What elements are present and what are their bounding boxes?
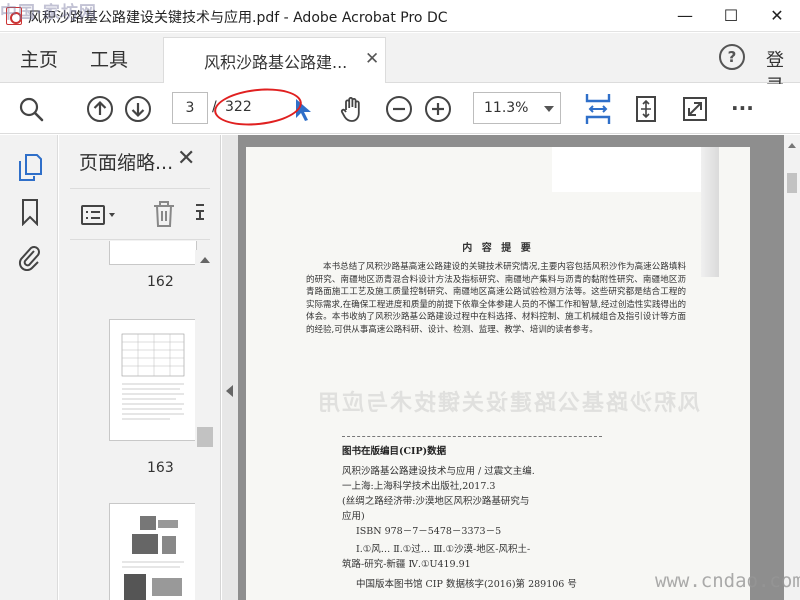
cip-title: 图书在版编目(CIP)数据 — [342, 446, 447, 457]
page-heading: 内 容 提 要 — [462, 243, 534, 254]
minimize-button[interactable]: — — [662, 0, 708, 32]
left-rail — [0, 135, 58, 600]
cip-line: Ⅰ.①风… Ⅱ.①过… Ⅲ.①沙漠-地区-风积土- — [356, 544, 531, 555]
pdf-page[interactable]: 内 容 提 要 本书总结了风积沙路基高速公路建设的关键技术研究情况,主要内容包括… — [246, 147, 750, 600]
watermark-logo: 中国·家坊网 — [0, 3, 97, 23]
summary-paragraph: 本书总结了风积沙路基高速公路建设的关键技术研究情况,主要内容包括风积沙作为高速公… — [306, 262, 686, 335]
fit-width-icon[interactable] — [582, 92, 614, 126]
hand-tool-icon[interactable] — [337, 94, 367, 124]
menu-tabs: 主页 工具 风积沙路基公路建... ✕ ? 登录 — [0, 33, 800, 97]
zoom-in-icon[interactable] — [423, 94, 453, 124]
document-tab-label: 风积沙路基公路建... — [204, 53, 348, 72]
delete-icon[interactable] — [150, 199, 178, 229]
chevron-left-icon — [226, 385, 233, 397]
page-edge-shadow — [701, 147, 719, 277]
thumbnail-page-164[interactable] — [109, 503, 197, 600]
close-tab-icon[interactable]: ✕ — [365, 49, 379, 69]
zoom-value: 11.3% — [484, 100, 529, 116]
page-corner-blank — [552, 147, 702, 192]
close-pane-icon[interactable]: ✕ — [177, 146, 195, 171]
collapse-pane-handle[interactable] — [222, 135, 238, 600]
thumbnail-table-preview — [121, 333, 185, 420]
document-scrollbar[interactable] — [784, 135, 800, 600]
title-bar: 风积沙路基公路建设关键技术与应用.pdf - Adobe Acrobat Pro… — [0, 0, 800, 32]
toolbar: ··· — [0, 84, 800, 134]
scroll-up-icon[interactable] — [200, 257, 210, 263]
maximize-button[interactable]: ☐ — [708, 0, 754, 32]
bookmark-icon[interactable] — [19, 198, 41, 226]
thumbnail-label: 163 — [147, 460, 174, 476]
cip-line: 中国版本图书馆 CIP 数据核字(2016)第 289106 号 — [356, 579, 577, 590]
page-number-input[interactable]: 3 — [172, 92, 208, 124]
thumbnail-figure-preview — [122, 516, 184, 600]
thumbnail-scroll-thumb[interactable] — [197, 427, 213, 447]
thumbnail-page-162[interactable] — [109, 241, 197, 265]
cip-line: 风积沙路基公路建设技术与应用 / 过震文主编. — [342, 466, 535, 477]
thumbnail-label: 162 — [147, 274, 174, 290]
scroll-up-icon[interactable] — [788, 143, 796, 148]
zoom-out-icon[interactable] — [384, 94, 414, 124]
tab-home[interactable]: 主页 — [20, 45, 58, 72]
attachment-icon[interactable] — [16, 241, 42, 271]
watermark-url: www.cndao.com — [655, 570, 800, 592]
cip-divider — [342, 436, 602, 437]
help-icon[interactable]: ? — [719, 44, 745, 70]
document-scroll-thumb[interactable] — [787, 173, 797, 193]
close-window-button[interactable]: ✕ — [754, 0, 800, 32]
previous-page-icon[interactable] — [85, 94, 115, 124]
chevron-down-icon — [544, 106, 554, 112]
nav-pane-title: 页面缩略... — [79, 152, 174, 174]
next-page-icon[interactable] — [123, 94, 153, 124]
thumbnail-scrollbar[interactable] — [195, 250, 215, 600]
tab-tools[interactable]: 工具 — [90, 45, 128, 72]
cip-line: (丝绸之路经济带:沙漠地区风积沙路基研究与 — [342, 496, 530, 507]
zoom-dropdown[interactable]: 11.3% — [473, 92, 561, 124]
cip-line: 一上海:上海科学技术出版社,2017.3 — [342, 481, 496, 492]
search-icon[interactable] — [16, 94, 46, 124]
cip-line: 应用) — [342, 511, 365, 522]
insert-page-icon[interactable] — [194, 203, 210, 227]
cip-line: 筑路-研究-新疆 Ⅳ.①U419.91 — [342, 559, 471, 570]
thumbnail-page-163[interactable] — [109, 319, 197, 441]
thumbnail-options-icon[interactable] — [80, 203, 120, 227]
cip-line: ISBN 978－7－5478－3373－5 — [356, 526, 502, 537]
show-through-text: 风积沙路基公路建设关键技术与应用 — [316, 390, 701, 416]
page-thumbnails-icon[interactable] — [17, 152, 43, 182]
thumbnail-list: 162 163 — [59, 241, 215, 600]
fit-page-icon[interactable] — [631, 94, 661, 124]
full-screen-icon[interactable] — [680, 94, 710, 124]
more-tools-icon[interactable]: ··· — [731, 96, 754, 120]
tab-document[interactable]: 风积沙路基公路建... ✕ — [163, 37, 386, 83]
thumbnail-toolbar — [70, 188, 210, 240]
